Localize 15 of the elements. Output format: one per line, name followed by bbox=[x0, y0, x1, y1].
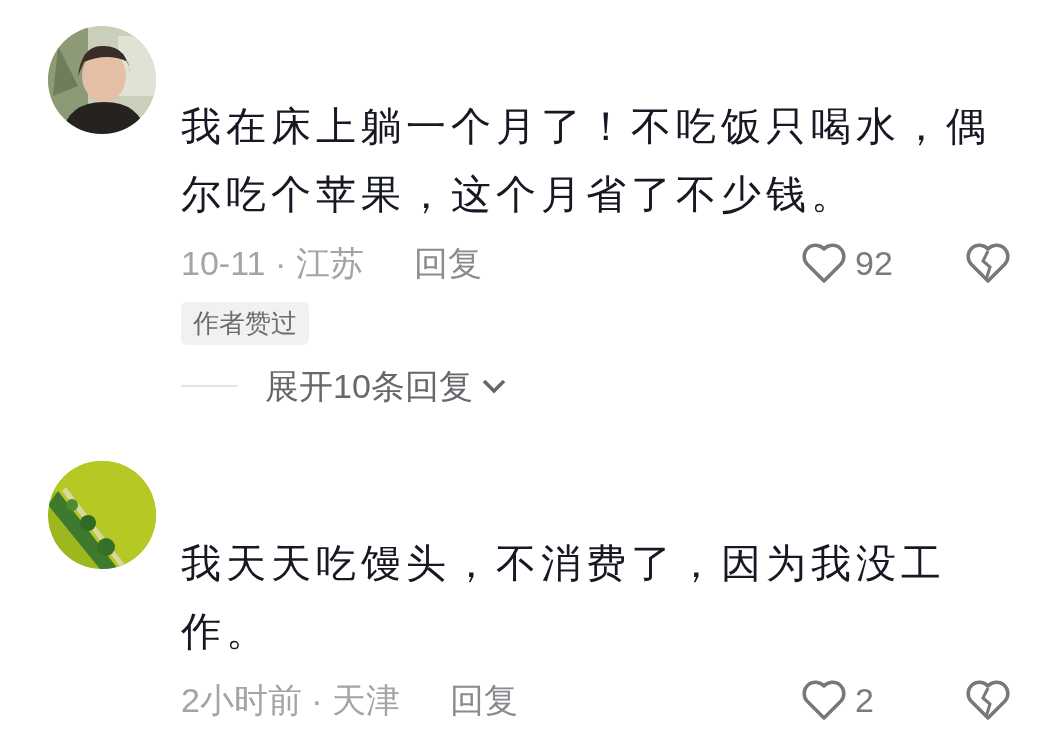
chevron-down-icon bbox=[480, 378, 507, 394]
reply-link[interactable]: 回复 bbox=[413, 237, 482, 289]
author-liked-tag: 作者赞过 bbox=[181, 302, 309, 345]
expand-replies-button[interactable]: 展开10条回复 bbox=[265, 360, 507, 412]
broken-heart-icon[interactable] bbox=[965, 679, 1011, 721]
comment-text: 我天天吃馒头，不消费了，因为我没工作。 bbox=[181, 540, 947, 655]
broken-heart-icon[interactable] bbox=[965, 242, 1011, 284]
heart-icon[interactable] bbox=[801, 679, 847, 721]
reply-link[interactable]: 回复 bbox=[450, 674, 519, 726]
comment-time-location: 2小时前 · 天津 bbox=[181, 679, 401, 721]
comment-text: 我在床上躺一个月了！不吃饭只喝水，偶尔吃个苹果，这个月省了不少钱。 bbox=[181, 103, 992, 218]
heart-icon[interactable] bbox=[801, 242, 847, 284]
like-count: 92 bbox=[855, 242, 894, 284]
comment-time-location: 10-11 · 江苏 bbox=[181, 242, 364, 284]
like-count: 2 bbox=[855, 679, 875, 721]
